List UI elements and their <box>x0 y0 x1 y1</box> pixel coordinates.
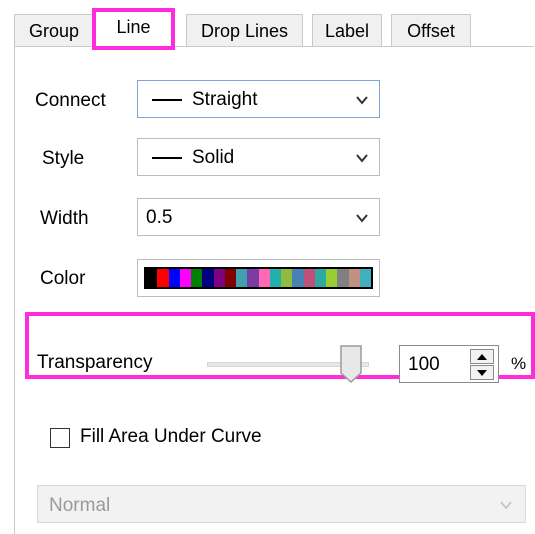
style-label: Style <box>42 148 85 169</box>
style-dropdown[interactable]: Solid <box>137 138 380 176</box>
color-swatch <box>224 269 236 287</box>
chevron-down-icon <box>356 154 368 163</box>
percent-unit: % <box>511 354 527 373</box>
color-swatch <box>281 269 293 287</box>
color-swatch <box>292 269 304 287</box>
spin-down-button[interactable] <box>470 365 494 380</box>
triangle-up-icon <box>477 354 487 360</box>
line-style-icon <box>152 157 182 159</box>
width-label: Width <box>40 208 89 229</box>
color-swatch <box>202 269 214 287</box>
color-swatch <box>348 269 360 287</box>
chevron-down-icon <box>500 501 512 510</box>
color-swatch <box>303 269 315 287</box>
color-swatch <box>213 269 225 287</box>
color-swatch <box>168 269 180 287</box>
color-label: Color <box>40 268 86 289</box>
spin-up-button[interactable] <box>470 349 494 364</box>
transparency-value: 100 <box>408 354 440 375</box>
color-swatch <box>191 269 203 287</box>
fill-area-label[interactable]: Fill Area Under Curve <box>80 426 262 448</box>
connect-dropdown[interactable]: Straight <box>137 80 380 118</box>
tab-label[interactable]: Label <box>312 14 382 47</box>
transparency-slider-thumb[interactable] <box>340 345 362 383</box>
tab-offset[interactable]: Offset <box>391 14 471 47</box>
fill-mode-dropdown[interactable]: Normal <box>37 485 526 523</box>
transparency-label: Transparency <box>37 352 153 373</box>
color-picker[interactable] <box>137 259 380 297</box>
line-style-icon <box>152 99 182 101</box>
color-swatch <box>146 269 158 287</box>
style-value: Solid <box>192 147 235 168</box>
connect-value: Straight <box>192 89 258 110</box>
width-value: 0.5 <box>146 207 173 228</box>
color-swatch <box>337 269 349 287</box>
color-swatch <box>359 269 371 287</box>
triangle-down-icon <box>477 370 487 376</box>
width-dropdown[interactable]: 0.5 <box>137 198 380 236</box>
tab-drop-lines[interactable]: Drop Lines <box>186 14 303 47</box>
color-swatch <box>179 269 191 287</box>
color-swatch <box>247 269 259 287</box>
color-swatch-bar <box>144 267 373 289</box>
fill-area-checkbox[interactable] <box>50 428 70 448</box>
color-swatch <box>258 269 270 287</box>
color-swatch <box>269 269 281 287</box>
connect-label: Connect <box>35 90 106 111</box>
color-swatch <box>326 269 338 287</box>
color-swatch <box>236 269 248 287</box>
chevron-down-icon <box>356 96 368 105</box>
fill-mode-value: Normal <box>49 495 111 516</box>
color-swatch <box>157 269 169 287</box>
tab-line[interactable]: Line <box>92 8 175 50</box>
color-swatch <box>314 269 326 287</box>
tab-group[interactable]: Group <box>14 14 94 47</box>
chevron-down-icon <box>356 214 368 223</box>
transparency-input[interactable]: 100 <box>399 345 499 383</box>
